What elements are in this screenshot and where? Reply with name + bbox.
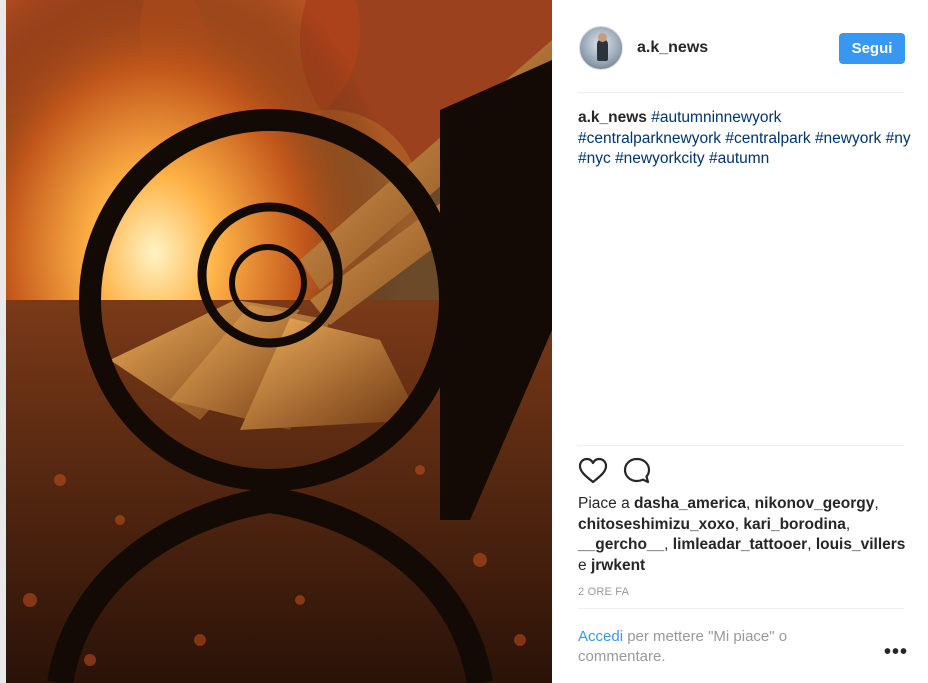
- liker-username-link[interactable]: dasha_america: [634, 495, 746, 512]
- follow-button[interactable]: Segui: [839, 33, 905, 64]
- photo-left-edge: [0, 0, 6, 683]
- hashtag-link[interactable]: #ny: [886, 130, 911, 147]
- post-photo[interactable]: [0, 0, 552, 683]
- hashtag-link[interactable]: #newyorkcity: [615, 150, 705, 167]
- likes-prefix: Piace a: [578, 495, 630, 512]
- actions-divider: [578, 445, 904, 446]
- hashtag-link[interactable]: #autumn: [709, 150, 769, 167]
- liker-username-link[interactable]: louis_villers: [816, 536, 906, 553]
- heart-outline-icon[interactable]: [578, 456, 608, 486]
- post-caption: a.k_news #autumninnewyork #centralparkne…: [578, 108, 913, 170]
- liker-username-link[interactable]: __gercho__: [578, 536, 664, 553]
- avatar-head: [598, 33, 607, 42]
- author-username-link[interactable]: a.k_news: [637, 39, 708, 57]
- hashtag-link[interactable]: #autumninnewyork: [651, 109, 781, 126]
- login-link[interactable]: Accedi: [578, 628, 623, 645]
- speech-bubble-icon[interactable]: [622, 456, 652, 486]
- likes-summary: Piace a dasha_america, nikonov_georgy, c…: [578, 495, 906, 574]
- header-divider: [578, 92, 904, 93]
- bench-photo-illustration: [0, 0, 552, 683]
- liker-username-link[interactable]: nikonov_georgy: [755, 495, 875, 512]
- post-header: a.k_news Segui: [552, 0, 928, 92]
- hashtag-link[interactable]: #nyc: [578, 150, 611, 167]
- hashtag-link[interactable]: #newyork: [815, 130, 881, 147]
- liker-username-link[interactable]: jrwkent: [591, 557, 645, 574]
- post-timestamp[interactable]: 2 ORE FA: [578, 586, 629, 598]
- likes-conjunction: e: [578, 556, 587, 574]
- hashtag-link[interactable]: #centralparknewyork: [578, 130, 721, 147]
- footer-divider: [578, 608, 904, 609]
- liker-username-link[interactable]: kari_borodina: [743, 516, 846, 533]
- post-actions: [578, 456, 908, 488]
- liker-username-link[interactable]: limleadar_tattooer: [673, 536, 807, 553]
- caption-username-link[interactable]: a.k_news: [578, 109, 647, 126]
- login-prompt: Accedi per mettere "Mi piace" o commenta…: [578, 627, 848, 667]
- avatar[interactable]: [579, 26, 623, 70]
- liker-username-link[interactable]: chitoseshimizu_xoxo: [578, 516, 735, 533]
- avatar-figure: [597, 39, 608, 61]
- hashtag-link[interactable]: #centralpark: [725, 130, 810, 147]
- post-side-panel: a.k_news Segui a.k_news #autumninnewyork…: [552, 0, 928, 683]
- ellipsis-icon[interactable]: •••: [884, 642, 908, 662]
